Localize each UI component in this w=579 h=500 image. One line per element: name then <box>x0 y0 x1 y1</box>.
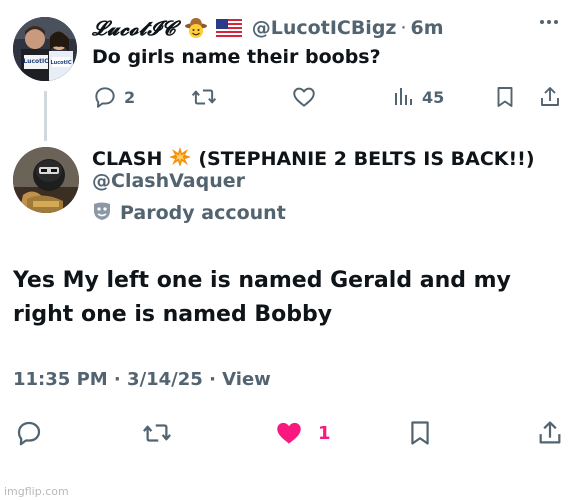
more-options-icon[interactable] <box>540 20 558 24</box>
main-like-button[interactable]: 1 <box>274 414 331 452</box>
cowboy-face-emoji-icon <box>184 17 208 39</box>
repost-icon <box>143 424 171 442</box>
parent-header: 𝓛𝓾𝓬𝓸𝓽𝓘𝓒 @LucotICBigz · 6m <box>92 14 444 42</box>
parent-reply-button[interactable]: 2 <box>92 80 135 114</box>
parent-views-button[interactable]: 45 <box>392 80 444 114</box>
parent-avatar[interactable]: LucotIC LucotIC <box>13 17 77 81</box>
us-flag-emoji-icon <box>215 19 242 37</box>
main-tweet-text: Yes My left one is named Gerald and my r… <box>13 268 511 327</box>
main-share-button[interactable] <box>536 414 564 452</box>
parent-like-button[interactable] <box>290 80 324 114</box>
main-bookmark-button[interactable] <box>406 414 434 452</box>
heart-outline-icon <box>293 87 315 107</box>
collision-emoji-icon <box>168 146 192 173</box>
theater-mask-icon <box>92 201 112 226</box>
avatar-shirt-text-2: LucotIC <box>50 60 71 66</box>
parent-view-count: 45 <box>422 87 445 107</box>
parent-handle[interactable]: @LucotICBigz <box>252 17 397 39</box>
parent-repost-button[interactable] <box>190 80 224 114</box>
avatar-shirt-text-1: LucotIC <box>23 58 49 65</box>
parent-reply-count: 2 <box>124 87 136 107</box>
main-avatar[interactable] <box>13 147 79 213</box>
main-like-count: 1 <box>318 422 331 444</box>
parent-bookmark-button[interactable] <box>493 80 517 114</box>
parent-action-bar: 2 45 <box>0 80 579 114</box>
reply-icon <box>17 421 41 446</box>
parent-share-button[interactable] <box>538 80 562 114</box>
parent-tweet[interactable]: LucotIC LucotIC 𝓛𝓾𝓬𝓸𝓽𝓘𝓒 @LucotICBigz · 6… <box>0 0 579 141</box>
parent-separator: · <box>400 17 407 39</box>
reply-icon <box>95 87 115 108</box>
main-handle[interactable]: @ClashVaquer <box>92 170 245 192</box>
parent-tweet-text: Do girls name their boobs? <box>92 46 381 68</box>
parent-time[interactable]: 6m <box>411 17 444 39</box>
bookmark-icon <box>497 87 513 107</box>
main-action-bar: 1 <box>0 414 579 452</box>
main-display-name-part1: CLASH <box>92 148 163 170</box>
main-display-name[interactable]: CLASH (STEPHANIE 2 BELTS IS BACK!!) <box>92 145 535 173</box>
share-icon <box>539 421 561 444</box>
heart-filled-icon <box>277 422 301 444</box>
views-chart-icon <box>395 88 412 105</box>
repost-icon <box>191 89 217 105</box>
imgflip-watermark: imgflip.com <box>4 485 69 498</box>
parent-display-name[interactable]: 𝓛𝓾𝓬𝓸𝓽𝓘𝓒 <box>92 16 176 40</box>
main-repost-button[interactable] <box>141 414 179 452</box>
parody-label-text: Parody account <box>120 202 286 224</box>
main-reply-button[interactable] <box>14 414 50 452</box>
share-icon <box>541 87 559 106</box>
main-tweet-timestamp[interactable]: 11:35 PM · 3/14/25 · View <box>13 369 271 390</box>
main-display-name-part2: (STEPHANIE 2 BELTS IS BACK!!) <box>198 148 535 170</box>
bookmark-icon <box>411 421 429 445</box>
parody-account-label: Parody account <box>92 199 286 227</box>
